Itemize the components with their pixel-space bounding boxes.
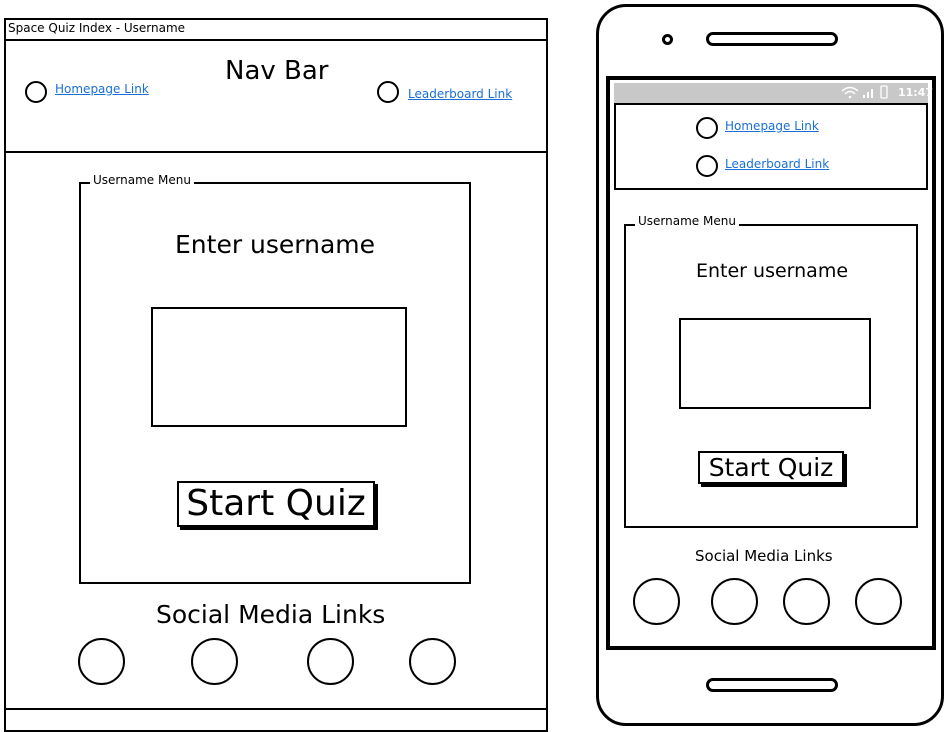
phone-status-icons xyxy=(840,85,890,102)
social-link-4-icon[interactable] xyxy=(409,638,456,685)
desktop-start-quiz-button[interactable]: Start Quiz xyxy=(177,481,375,527)
desktop-window-title: Space Quiz Index - Username xyxy=(8,21,186,35)
mobile-username-menu-legend: Username Menu xyxy=(635,214,739,228)
desktop-username-menu-legend: Username Menu xyxy=(90,173,194,187)
phone-speaker-icon xyxy=(706,32,838,46)
mobile-leaderboard-link[interactable]: Leaderboard Link xyxy=(725,157,829,171)
mobile-social-link-3-icon[interactable] xyxy=(783,578,830,625)
desktop-social-media-title: Social Media Links xyxy=(156,600,386,629)
social-link-1-icon[interactable] xyxy=(78,638,125,685)
desktop-footer xyxy=(4,708,548,732)
mobile-homepage-link-icon[interactable] xyxy=(696,117,718,139)
desktop-leaderboard-link[interactable]: Leaderboard Link xyxy=(408,87,512,101)
mobile-nav-bar xyxy=(614,103,928,190)
social-link-2-icon[interactable] xyxy=(191,638,238,685)
phone-camera-icon xyxy=(662,34,673,45)
mobile-homepage-link[interactable]: Homepage Link xyxy=(725,119,819,133)
desktop-enter-username-label: Enter username xyxy=(175,230,376,259)
phone-home-button[interactable] xyxy=(706,678,838,692)
mobile-start-quiz-button[interactable]: Start Quiz xyxy=(698,451,844,484)
mobile-username-input[interactable] xyxy=(679,318,871,409)
homepage-link-icon[interactable] xyxy=(25,81,47,103)
mobile-social-link-2-icon[interactable] xyxy=(711,578,758,625)
mobile-enter-username-label: Enter username xyxy=(696,260,849,282)
desktop-username-input[interactable] xyxy=(151,307,407,427)
phone-status-time: 11:47 xyxy=(898,86,934,99)
mobile-social-media-title: Social Media Links xyxy=(695,547,833,565)
desktop-nav-title: Nav Bar xyxy=(225,56,329,86)
mobile-leaderboard-link-icon[interactable] xyxy=(696,155,718,177)
mobile-social-link-4-icon[interactable] xyxy=(855,578,902,625)
desktop-homepage-link[interactable]: Homepage Link xyxy=(55,82,149,96)
social-link-3-icon[interactable] xyxy=(307,638,354,685)
wifi-signal-battery-icon xyxy=(841,85,888,99)
mobile-social-link-1-icon[interactable] xyxy=(633,578,680,625)
leaderboard-link-icon[interactable] xyxy=(377,81,399,103)
